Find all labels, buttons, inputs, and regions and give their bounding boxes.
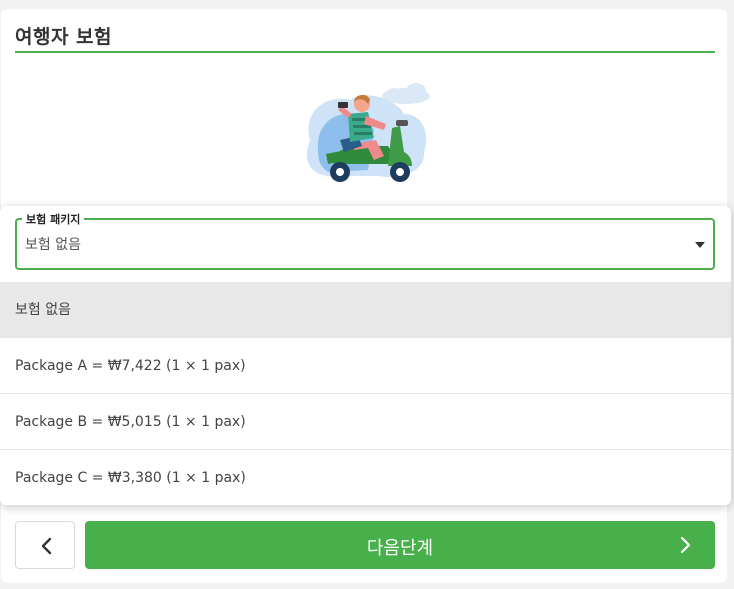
section-title: 여행자 보험 (15, 26, 113, 48)
insurance-package-select[interactable]: 보험 패키지 보험 없음 (15, 211, 715, 270)
back-button[interactable] (15, 521, 75, 569)
next-step-label: 다음단계 (366, 538, 434, 559)
select-current-value: 보험 없음 (25, 237, 81, 253)
title-divider (15, 51, 715, 53)
next-step-button[interactable]: 다음단계 (85, 521, 715, 569)
option-package-b[interactable]: Package B = ₩5,015 (1 × 1 pax) (0, 394, 731, 450)
option-no-insurance[interactable]: 보험 없음 (0, 282, 731, 338)
scooter-rider-illustration (288, 80, 448, 192)
chevron-right-icon (680, 536, 691, 554)
select-label: 보험 패키지 (22, 211, 85, 227)
insurance-dropdown: 보험 패키지 보험 없음 보험 없음 Package A = ₩7,422 (1… (0, 206, 731, 505)
option-package-a[interactable]: Package A = ₩7,422 (1 × 1 pax) (0, 338, 731, 394)
options-list: 보험 없음 Package A = ₩7,422 (1 × 1 pax) Pac… (0, 282, 731, 506)
option-package-c[interactable]: Package C = ₩3,380 (1 × 1 pax) (0, 450, 731, 506)
chevron-left-icon (41, 537, 52, 555)
caret-down-icon (695, 242, 705, 248)
